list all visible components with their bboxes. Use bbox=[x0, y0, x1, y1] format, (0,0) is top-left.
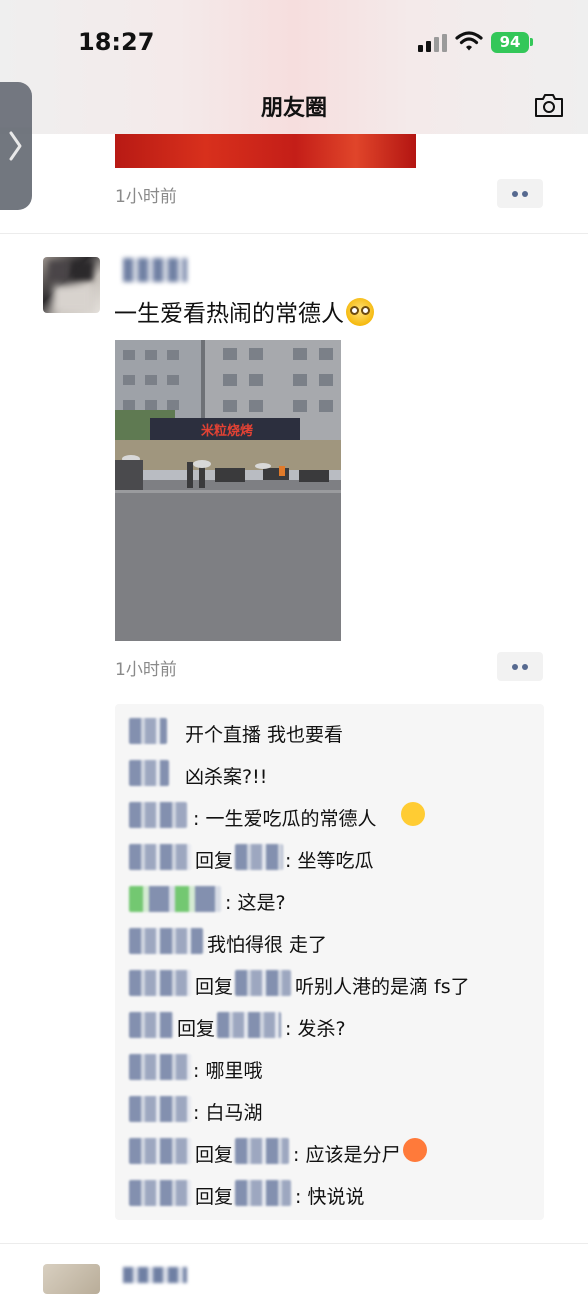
post-text: 一生爱看热闹的常德人 bbox=[114, 294, 374, 328]
laughing-crying-emoji bbox=[401, 802, 425, 826]
battery-indicator: 94 bbox=[491, 32, 529, 53]
wifi-icon bbox=[455, 31, 483, 51]
comment-item[interactable]: 回复 : 快说说 bbox=[115, 1172, 544, 1212]
comment-item[interactable]: 回复 : 应该是分尸 bbox=[115, 1130, 544, 1170]
shop-sign: 米粒烧烤 bbox=[201, 423, 253, 439]
chevron-right-icon bbox=[9, 131, 22, 161]
comment-item[interactable]: 回复 : 坐等吃瓜 bbox=[115, 836, 544, 876]
post-timestamp: 1小时前 bbox=[115, 660, 177, 680]
previous-post-image[interactable] bbox=[115, 134, 416, 168]
comment-item[interactable]: 回复 : 发杀? bbox=[115, 1004, 544, 1044]
comment-item[interactable]: 开个直播 我也要看 bbox=[115, 710, 544, 750]
camera-icon[interactable] bbox=[534, 92, 564, 118]
avatar[interactable] bbox=[43, 257, 100, 313]
comment-item[interactable]: : 这是? bbox=[115, 878, 544, 918]
comment-item[interactable]: : 白马湖 bbox=[115, 1088, 544, 1128]
flushed-face-emoji bbox=[346, 298, 374, 326]
post-username[interactable] bbox=[123, 258, 187, 284]
comment-item[interactable]: : 哪里哦 bbox=[115, 1046, 544, 1086]
comment-item[interactable]: 我怕得很 走了 bbox=[115, 920, 544, 960]
previous-post-more-button[interactable] bbox=[497, 179, 543, 208]
battery-tip bbox=[530, 38, 533, 46]
comment-item[interactable]: 凶杀案?!! bbox=[115, 752, 544, 792]
post-more-button[interactable] bbox=[497, 652, 543, 681]
post-caption: 一生爱看热闹的常德人 bbox=[114, 301, 344, 327]
post-divider bbox=[0, 233, 588, 234]
next-post-avatar[interactable] bbox=[43, 1264, 100, 1294]
comment-item[interactable]: : 一生爱吃瓜的常德人 bbox=[115, 794, 544, 834]
post-divider bbox=[0, 1243, 588, 1244]
post-photo[interactable]: 米粒烧烤 bbox=[115, 340, 341, 641]
comments-panel: 开个直播 我也要看 凶杀案?!! : 一生爱吃瓜的常德人 回复 : 坐等吃瓜 :… bbox=[115, 704, 544, 1220]
status-time: 18:27 bbox=[78, 28, 155, 56]
page-title: 朋友圈 bbox=[260, 96, 327, 121]
sweating-face-emoji bbox=[403, 1138, 427, 1162]
comment-item[interactable]: 回复 听别人港的是滴 fs了 bbox=[115, 962, 544, 1002]
previous-post-timestamp: 1小时前 bbox=[115, 187, 177, 207]
next-post-username[interactable] bbox=[123, 1264, 187, 1288]
signal-icon bbox=[418, 34, 448, 52]
back-tab[interactable] bbox=[0, 82, 32, 210]
